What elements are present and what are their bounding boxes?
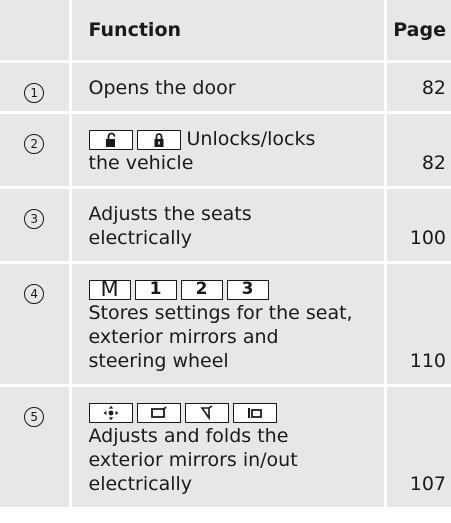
memory-key-2: 2 xyxy=(180,279,223,300)
row-number-cell: 3 xyxy=(0,187,70,264)
row-number: 5 xyxy=(24,407,45,427)
page-number: 82 xyxy=(383,61,451,114)
lock-key-icon xyxy=(136,129,181,150)
function-text: Adjusts and folds the xyxy=(88,425,289,447)
function-text: the vehicle xyxy=(88,152,194,174)
page-number: 110 xyxy=(383,262,451,387)
table-row: 5 Adjusts and folds the exterior mirrors… xyxy=(0,385,451,510)
function-text: steering wheel xyxy=(88,350,229,372)
row-number: 3 xyxy=(24,209,45,229)
function-text: electrically xyxy=(88,473,193,495)
key-group xyxy=(88,129,181,150)
mirror-left-icon xyxy=(136,402,181,423)
function-cell: M 1 2 3 Stores settings for the seat, ex… xyxy=(68,262,385,387)
function-text: Adjusts the seats xyxy=(88,203,252,225)
mirror-right-icon xyxy=(184,402,229,423)
row-number: 2 xyxy=(24,134,45,154)
function-text: exterior mirrors and xyxy=(88,326,279,348)
function-text: Stores settings for the seat, xyxy=(88,302,353,324)
table-row: 2 Unlocks/locks the vehicle 82 xyxy=(0,112,451,189)
function-text: exterior mirrors in/out xyxy=(88,449,298,471)
function-cell: Adjusts and folds the exterior mirrors i… xyxy=(68,385,385,510)
function-text-inline: Unlocks/locks xyxy=(186,128,316,150)
header-page: Page xyxy=(383,0,451,63)
mirror-adjust-icon xyxy=(88,402,133,423)
function-table: Function Page 1 Opens the door 82 2 Unlo… xyxy=(0,0,451,510)
unlock-key-icon xyxy=(88,129,133,150)
function-cell: Unlocks/locks the vehicle xyxy=(68,112,385,189)
page-number: 100 xyxy=(383,187,451,264)
function-cell: Opens the door xyxy=(68,61,385,114)
page-number: 107 xyxy=(383,385,451,510)
mirror-key-group xyxy=(88,402,277,423)
function-text: Opens the door xyxy=(88,77,236,99)
function-cell: Adjusts the seats electrically xyxy=(68,187,385,264)
memory-key-group: M 1 2 3 xyxy=(88,279,269,300)
table-row: 4 M 1 2 3 Stores settings for the seat, … xyxy=(0,262,451,387)
row-number-cell: 4 xyxy=(0,262,70,387)
table-row: 3 Adjusts the seats electrically 100 xyxy=(0,187,451,264)
row-number: 1 xyxy=(24,83,45,103)
memory-key-3: 3 xyxy=(226,279,269,300)
memory-key-1: 1 xyxy=(134,279,177,300)
memory-key-m: M xyxy=(88,279,131,300)
mirror-fold-icon xyxy=(232,402,277,423)
row-number-cell: 1 xyxy=(0,61,70,114)
header-number-cell xyxy=(0,0,70,63)
row-number-cell: 5 xyxy=(0,385,70,510)
row-number: 4 xyxy=(24,284,45,304)
function-text: electrically xyxy=(88,227,193,249)
table-row: 1 Opens the door 82 xyxy=(0,61,451,114)
row-number-cell: 2 xyxy=(0,112,70,189)
page-number: 82 xyxy=(383,112,451,189)
table-header-row: Function Page xyxy=(0,0,451,63)
header-function: Function xyxy=(68,0,385,63)
